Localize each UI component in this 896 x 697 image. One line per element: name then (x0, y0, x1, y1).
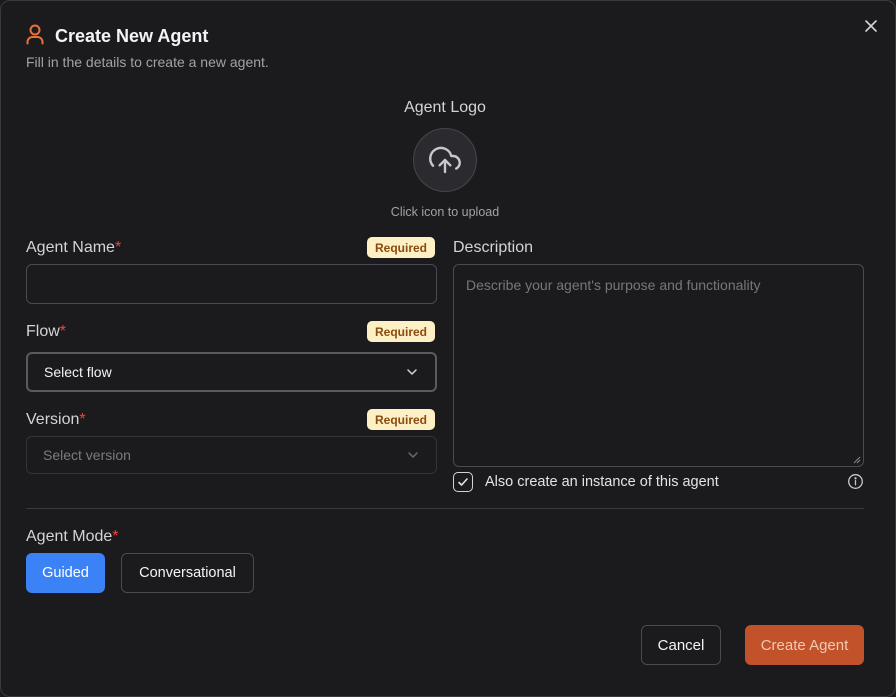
agent-mode-label-text: Agent Mode (26, 528, 113, 545)
create-instance-checkbox[interactable] (453, 472, 473, 492)
required-star: * (59, 323, 67, 340)
agent-name-input[interactable] (26, 264, 437, 304)
version-label-text: Version (26, 411, 80, 428)
version-select[interactable]: Select version (26, 436, 437, 474)
required-star: * (112, 528, 119, 545)
close-icon (865, 20, 877, 32)
flow-label-text: Flow (26, 323, 60, 340)
version-select-placeholder: Select version (43, 447, 131, 463)
required-badge: Required (367, 321, 436, 342)
mode-guided-button[interactable]: Guided (26, 553, 105, 593)
section-divider (26, 508, 864, 509)
description-label: Description (453, 239, 534, 256)
description-textarea[interactable]: Describe your agent's purpose and functi… (453, 264, 864, 467)
required-badge: Required (367, 237, 436, 258)
agent-mode-label: Agent Mode* (26, 528, 119, 546)
flow-select[interactable]: Select flow (26, 352, 437, 392)
create-instance-label[interactable]: Also create an instance of this agent (485, 474, 719, 490)
dialog-header: Create New Agent (25, 23, 208, 50)
cancel-button[interactable]: Cancel (641, 625, 721, 665)
description-placeholder: Describe your agent's purpose and functi… (466, 277, 761, 293)
user-icon (25, 23, 45, 50)
logo-upload-button[interactable] (413, 128, 477, 192)
agent-name-label-text: Agent Name (26, 239, 115, 256)
required-star: * (114, 239, 122, 256)
version-label: Version* (26, 411, 86, 429)
checkmark-icon (458, 478, 468, 486)
create-agent-button[interactable]: Create Agent (745, 625, 864, 665)
info-icon[interactable] (847, 473, 864, 490)
agent-logo-label: Agent Logo (404, 99, 486, 116)
resize-handle-icon[interactable] (853, 456, 861, 464)
flow-select-value: Select flow (44, 364, 112, 380)
required-star: * (79, 411, 86, 428)
flow-label: Flow* (26, 323, 66, 341)
upload-hint: Click icon to upload (390, 205, 500, 219)
create-agent-dialog: Create New Agent Fill in the details to … (0, 0, 896, 697)
dialog-subtitle: Fill in the details to create a new agen… (26, 54, 269, 70)
mode-conversational-button[interactable]: Conversational (121, 553, 254, 593)
cloud-upload-icon (429, 146, 461, 174)
required-badge: Required (367, 409, 436, 430)
chevron-down-icon (407, 369, 417, 375)
close-button[interactable] (862, 17, 880, 35)
chevron-down-icon (408, 452, 418, 458)
agent-name-label: Agent Name* (26, 239, 121, 257)
dialog-title: Create New Agent (55, 26, 209, 46)
